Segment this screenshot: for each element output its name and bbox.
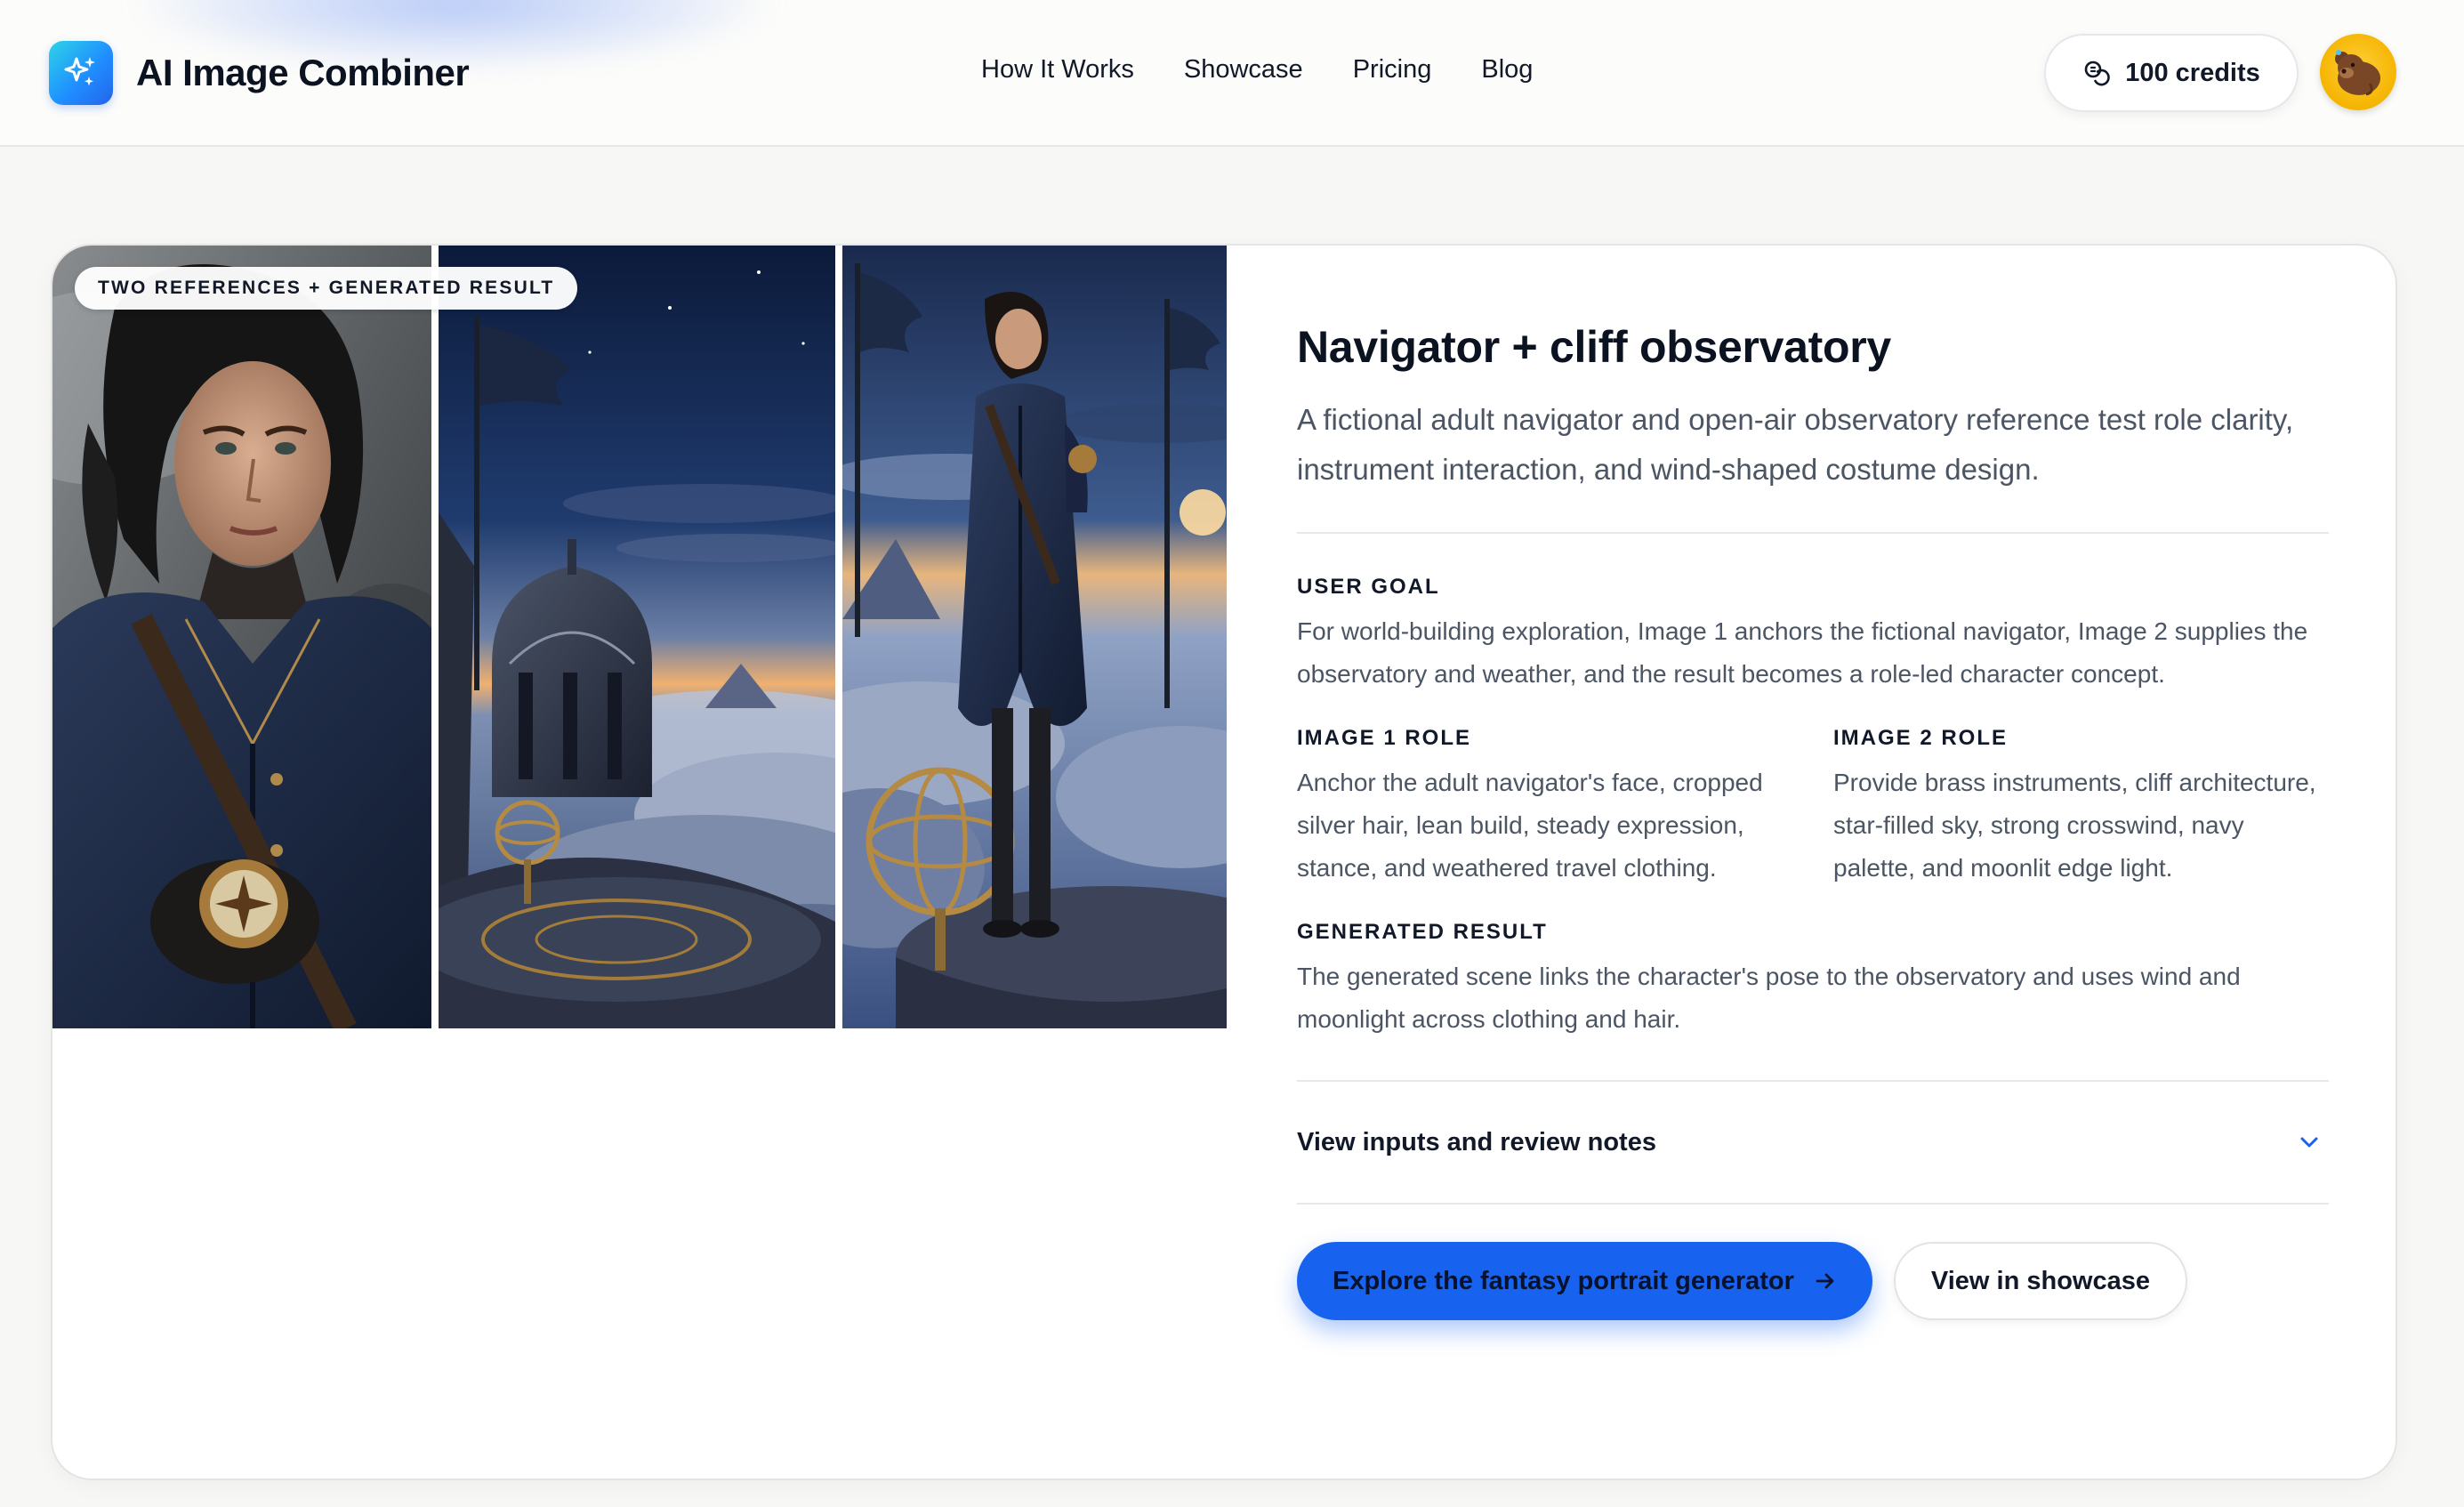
explore-generator-button[interactable]: Explore the fantasy portrait generator [1297, 1242, 1872, 1320]
nav-showcase[interactable]: Showcase [1184, 55, 1303, 85]
example-card: TWO REFERENCES + GENERATED RESULT Naviga… [51, 244, 2397, 1480]
user-goal-text: For world-building exploration, Image 1 … [1297, 617, 2308, 688]
user-avatar[interactable] [2320, 34, 2396, 110]
image-2-role-text: Provide brass instruments, cliff archite… [1833, 769, 2316, 882]
brand-link[interactable]: AI Image Combiner [49, 41, 470, 105]
generated-result-image[interactable] [842, 246, 1227, 1028]
image-1-role-text: Anchor the adult navigator's face, cropp… [1297, 769, 1763, 882]
sparkle-icon [49, 41, 113, 105]
image-roles: IMAGE 1 ROLE Anchor the adult navigator'… [1297, 726, 2329, 890]
view-in-showcase-label: View in showcase [1930, 1266, 2150, 1295]
reference-image-1[interactable] [52, 246, 431, 1028]
media-badge: TWO REFERENCES + GENERATED RESULT [75, 267, 578, 310]
chevron-down-icon [2300, 1137, 2318, 1148]
example-details: Navigator + cliff observatory A fictiona… [1297, 320, 2329, 1320]
user-goal-label: USER GOAL [1297, 575, 1440, 599]
reference-image-2[interactable] [439, 246, 835, 1028]
nav-pricing[interactable]: Pricing [1353, 55, 1432, 85]
nav-blog[interactable]: Blog [1481, 55, 1533, 85]
image-2-role-label: IMAGE 2 ROLE [1833, 726, 2009, 750]
generated-result-section: GENERATED RESULT The generated scene lin… [1297, 920, 2329, 1041]
divider [1297, 532, 2329, 534]
explore-generator-label: Explore the fantasy portrait generator [1333, 1266, 1794, 1295]
divider [1297, 1203, 2329, 1205]
bear-avatar-icon [2335, 50, 2380, 96]
credits-button[interactable]: 100 credits [2044, 34, 2299, 112]
generated-result-text: The generated scene links the character'… [1297, 963, 2241, 1033]
example-title: Navigator + cliff observatory [1297, 322, 1891, 372]
comparison-media: TWO REFERENCES + GENERATED RESULT [52, 246, 1227, 1028]
coins-icon [2084, 60, 2110, 86]
image-2-role-section: IMAGE 2 ROLE Provide brass instruments, … [1833, 726, 2329, 890]
image-1-role-section: IMAGE 1 ROLE Anchor the adult navigator'… [1297, 726, 1833, 890]
site-header: AI Image Combiner How It Works Showcase … [0, 0, 2464, 147]
nav-how-it-works[interactable]: How It Works [981, 55, 1134, 85]
view-in-showcase-button[interactable]: View in showcase [1893, 1242, 2187, 1320]
example-subtitle: A fictional adult navigator and open-air… [1297, 403, 2294, 486]
image-1-role-label: IMAGE 1 ROLE [1297, 726, 1472, 750]
main-nav: How It Works Showcase Pricing Blog [981, 55, 1582, 85]
card-actions: Explore the fantasy portrait generator V… [1297, 1242, 2329, 1320]
accordion-label: View inputs and review notes [1297, 1127, 1656, 1156]
credits-label: 100 credits [2125, 58, 2260, 87]
generated-result-label: GENERATED RESULT [1297, 920, 1548, 944]
review-notes-accordion[interactable]: View inputs and review notes [1297, 1082, 2329, 1203]
brand-name: AI Image Combiner [136, 52, 470, 93]
user-goal-section: USER GOAL For world-building exploration… [1297, 575, 2329, 696]
arrow-right-icon [1816, 1273, 1834, 1289]
